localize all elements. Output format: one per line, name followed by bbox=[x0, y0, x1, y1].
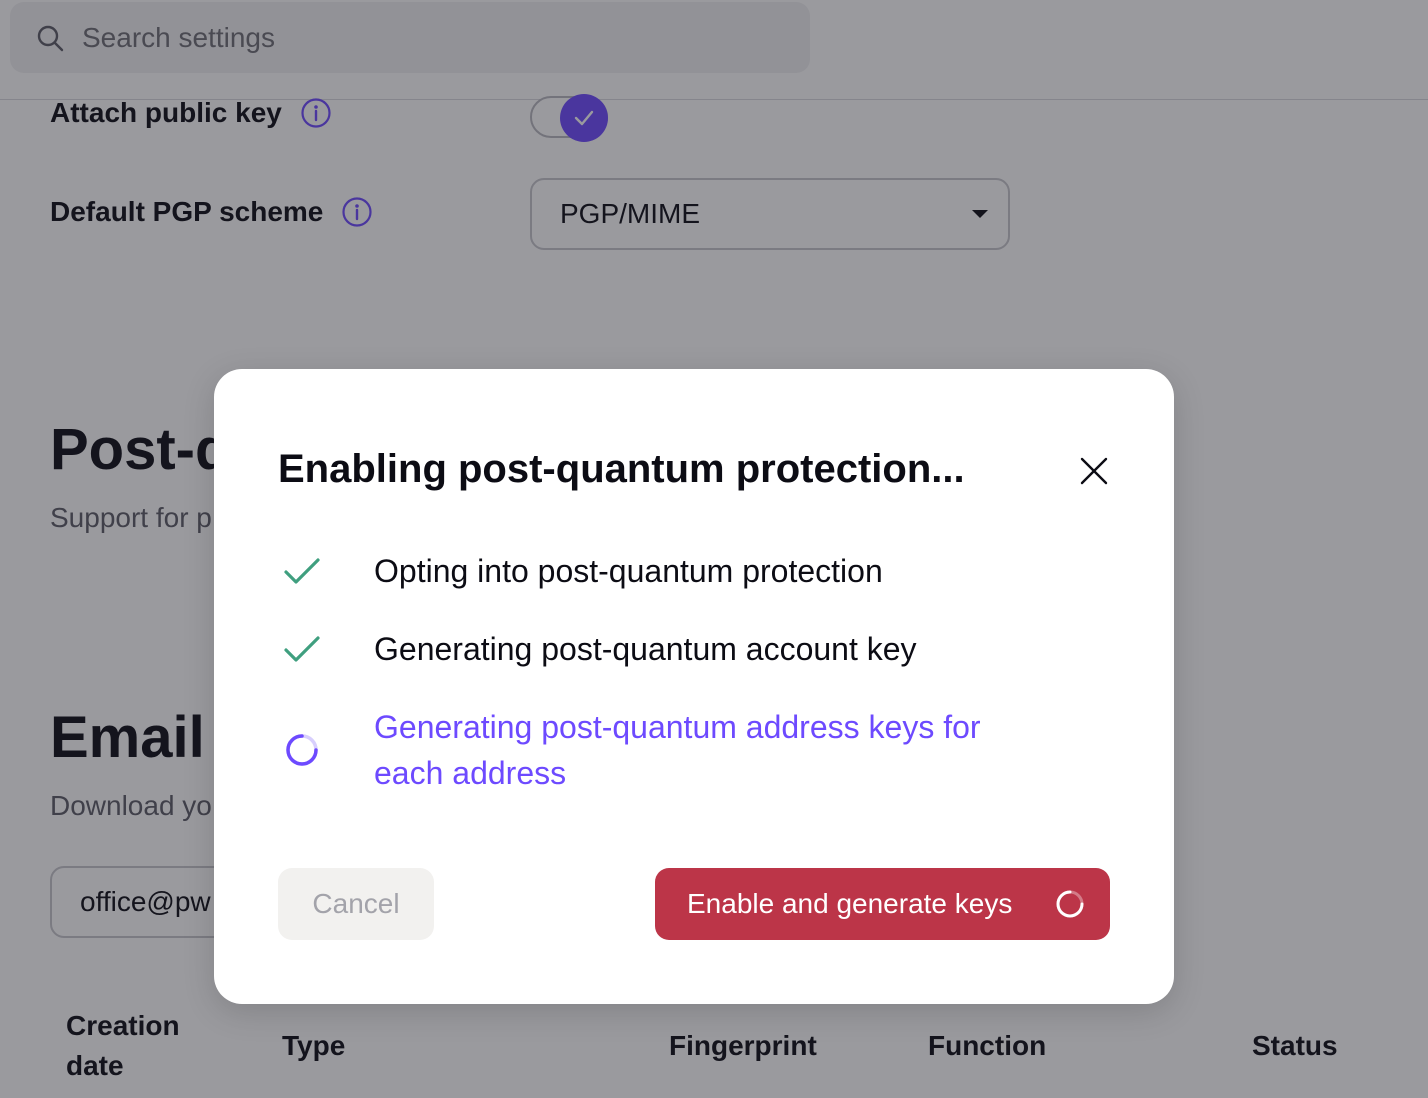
check-icon bbox=[278, 626, 326, 674]
progress-step-account-key: Generating post-quantum account key bbox=[278, 626, 1128, 674]
step-label: Opting into post-quantum protection bbox=[374, 553, 883, 589]
settings-page: Search settings Attach public key Defaul… bbox=[0, 0, 1428, 1098]
spinner-icon bbox=[1054, 888, 1086, 920]
primary-button-label: Enable and generate keys bbox=[687, 888, 1013, 919]
modal-title: Enabling post-quantum protection... bbox=[278, 447, 965, 491]
progress-step-address-keys: Generating post-quantum address keys for… bbox=[278, 704, 1128, 796]
close-button[interactable] bbox=[1072, 449, 1116, 493]
check-icon bbox=[278, 548, 326, 596]
close-icon bbox=[1080, 457, 1108, 485]
cancel-button[interactable]: Cancel bbox=[278, 868, 434, 940]
step-label: Generating post-quantum address keys for… bbox=[374, 709, 981, 791]
enable-and-generate-keys-button[interactable]: Enable and generate keys bbox=[655, 868, 1110, 940]
step-label: Generating post-quantum account key bbox=[374, 631, 917, 667]
post-quantum-modal: Enabling post-quantum protection... Opti… bbox=[214, 369, 1174, 1004]
progress-step-opt-in: Opting into post-quantum protection bbox=[278, 548, 1128, 596]
spinner-icon bbox=[278, 726, 326, 774]
